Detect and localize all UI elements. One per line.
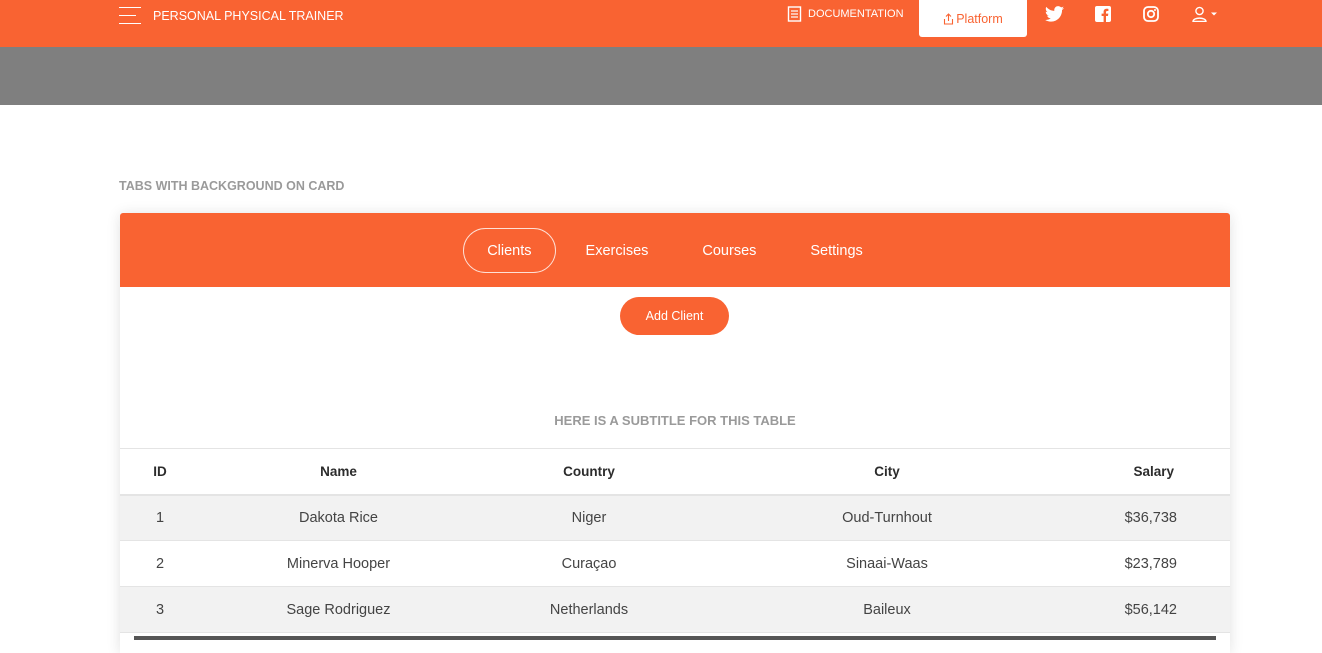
cell-country: Niger bbox=[477, 494, 701, 541]
cell-id: 2 bbox=[120, 540, 200, 587]
caret-down-icon bbox=[1211, 12, 1217, 16]
menu-toggle-icon[interactable] bbox=[119, 7, 141, 25]
cell-salary: $56,142 bbox=[1073, 586, 1230, 633]
cell-id: 1 bbox=[120, 494, 200, 541]
navbar: PERSONAL PHYSICAL TRAINER DOCUMENTATION … bbox=[0, 0, 1322, 47]
tab-list: Clients Exercises Courses Settings bbox=[120, 228, 1230, 273]
cell-salary: $36,738 bbox=[1073, 494, 1230, 541]
cell-name: Dakota Rice bbox=[200, 494, 477, 541]
column-header-name[interactable]: Name bbox=[200, 448, 477, 496]
facebook-icon[interactable] bbox=[1095, 6, 1111, 27]
horizontal-scrollbar[interactable] bbox=[134, 636, 1216, 640]
documentation-label: DOCUMENTATION bbox=[808, 8, 904, 20]
cell-name: Sage Rodriguez bbox=[200, 586, 477, 633]
user-menu[interactable] bbox=[1192, 6, 1218, 22]
cell-city: Baileux bbox=[701, 586, 1073, 633]
section-title: TABS WITH BACKGROUND ON CARD bbox=[119, 179, 345, 193]
table-header-row: ID Name Country City Salary bbox=[120, 448, 1230, 496]
instagram-icon[interactable] bbox=[1143, 6, 1159, 27]
platform-button[interactable]: Platform bbox=[919, 0, 1027, 37]
cell-city: Oud-Turnhout bbox=[701, 494, 1073, 541]
twitter-icon[interactable] bbox=[1045, 6, 1064, 27]
clients-table: ID Name Country City Salary 1 Dakota Ric… bbox=[120, 448, 1230, 633]
page-header-band bbox=[0, 47, 1322, 105]
tab-exercises[interactable]: Exercises bbox=[562, 228, 673, 273]
document-icon bbox=[787, 6, 802, 22]
column-header-country[interactable]: Country bbox=[477, 448, 701, 496]
column-header-salary[interactable]: Salary bbox=[1073, 448, 1230, 496]
cell-country: Curaçao bbox=[477, 540, 701, 587]
cell-salary: $23,789 bbox=[1073, 540, 1230, 587]
cell-country: Netherlands bbox=[477, 586, 701, 633]
cell-id: 3 bbox=[120, 586, 200, 633]
tab-courses[interactable]: Courses bbox=[678, 228, 780, 273]
add-client-button[interactable]: Add Client bbox=[620, 297, 729, 335]
table-subtitle: HERE IS A SUBTITLE FOR THIS TABLE bbox=[554, 413, 796, 428]
user-icon bbox=[1192, 6, 1207, 22]
column-header-city[interactable]: City bbox=[701, 448, 1073, 496]
tabs-card: Clients Exercises Courses Settings Add C… bbox=[120, 213, 1230, 653]
cell-name: Minerva Hooper bbox=[200, 540, 477, 587]
tab-settings[interactable]: Settings bbox=[786, 228, 886, 273]
column-header-id[interactable]: ID bbox=[120, 448, 200, 496]
upload-icon bbox=[944, 12, 954, 25]
table-row[interactable]: 1 Dakota Rice Niger Oud-Turnhout $36,738 bbox=[120, 494, 1230, 541]
table-row[interactable]: 3 Sage Rodriguez Netherlands Baileux $56… bbox=[120, 586, 1230, 633]
card-tabs-header: Clients Exercises Courses Settings bbox=[120, 213, 1230, 287]
tab-clients[interactable]: Clients bbox=[463, 228, 556, 273]
documentation-link[interactable]: DOCUMENTATION bbox=[787, 6, 904, 22]
platform-label: Platform bbox=[956, 11, 1003, 26]
cell-city: Sinaai-Waas bbox=[701, 540, 1073, 587]
table-row[interactable]: 2 Minerva Hooper Curaçao Sinaai-Waas $23… bbox=[120, 540, 1230, 587]
brand-title[interactable]: PERSONAL PHYSICAL TRAINER bbox=[153, 9, 344, 23]
